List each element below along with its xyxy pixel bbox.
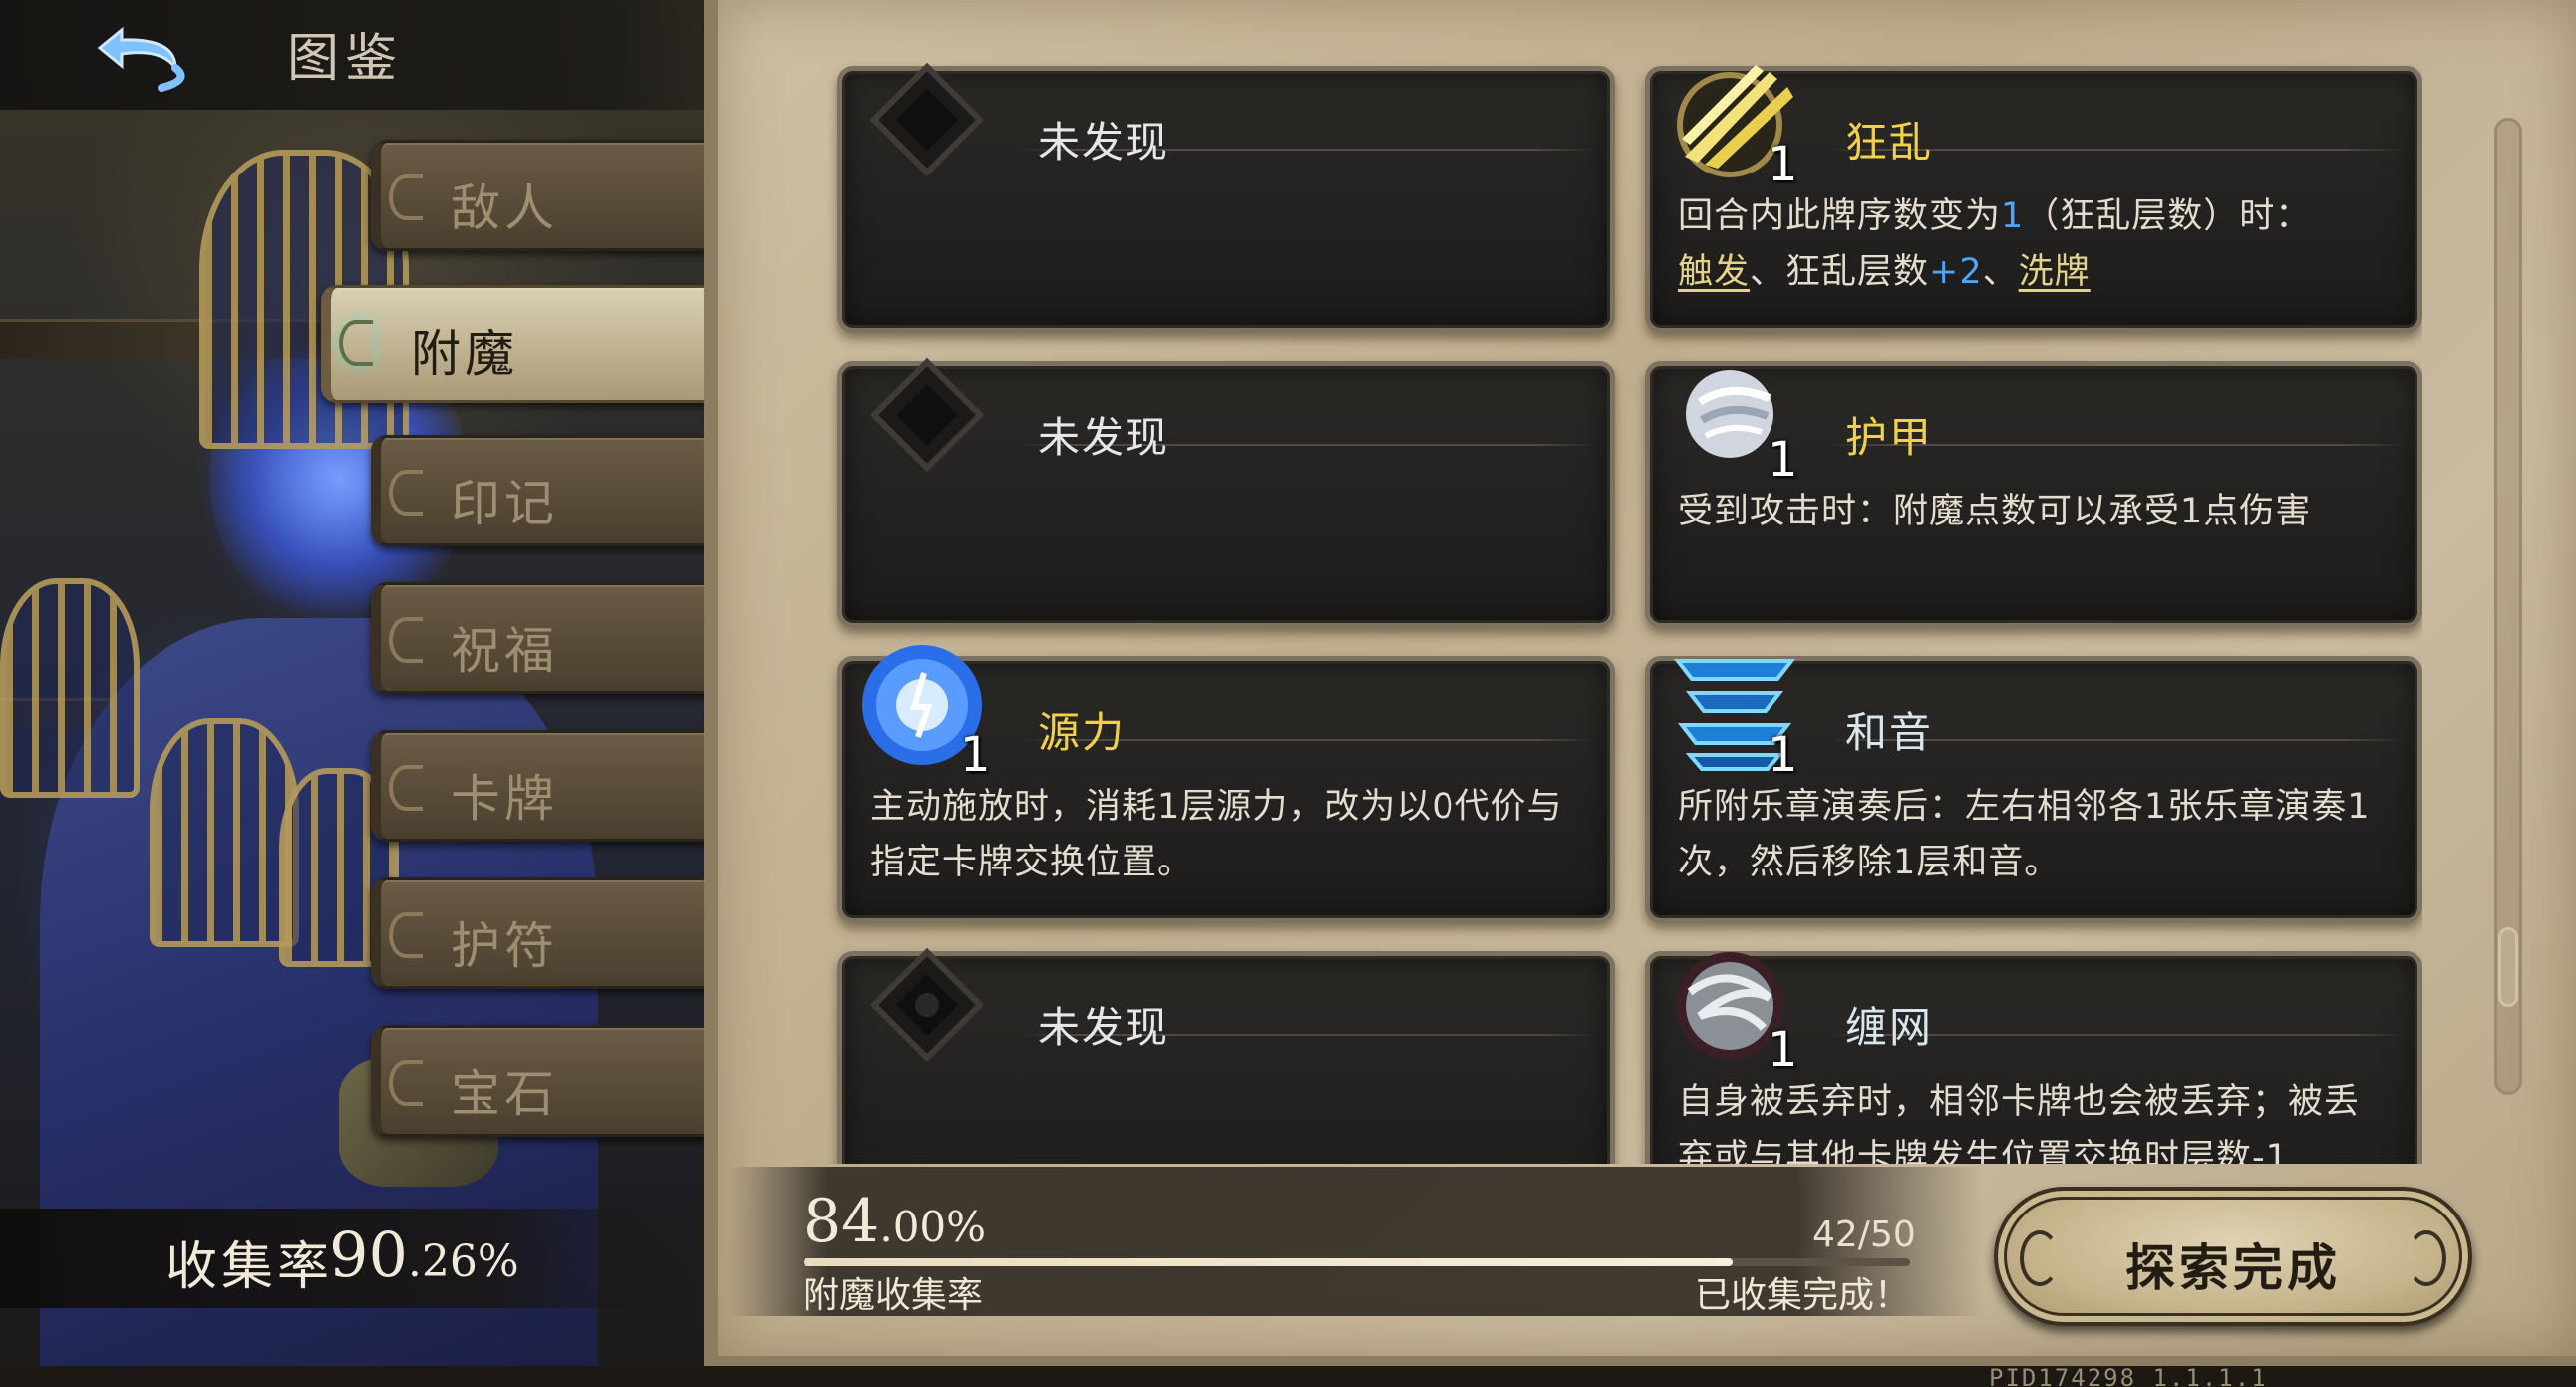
progress-bar-fill <box>804 1258 1734 1266</box>
progress-bar <box>804 1258 1910 1266</box>
tab-label: 护符 <box>451 917 558 975</box>
player-id-text: PID174298 1.1.1.1 <box>1989 1364 2268 1387</box>
tab-gems[interactable]: 宝石 <box>371 1025 710 1137</box>
enchant-card-web[interactable]: 1 缠网 自身被丢弃时，相邻卡牌也会被丢弃；被丢弃或与其他卡牌发生位置交换时层数… <box>1645 951 2422 1164</box>
card-name: 和音 <box>1845 708 1934 757</box>
ornament-right-icon <box>2407 1230 2446 1286</box>
card-count: 1 <box>960 727 991 783</box>
tab-ornament-icon <box>389 1060 423 1106</box>
card-description: 主动施放时，消耗1层源力，改为以0代价与指定卡牌交换位置。 <box>870 787 1563 882</box>
birdcage-small <box>0 578 140 798</box>
back-button[interactable] <box>92 8 211 98</box>
tab-ornament-icon <box>389 174 423 220</box>
explore-button-label: 探索完成 <box>2125 1239 2341 1297</box>
tab-ornament-icon <box>389 617 423 663</box>
card-count: 1 <box>1768 137 1798 192</box>
total-collection-dec: .26% <box>407 1236 519 1287</box>
enchant-card-harmony[interactable]: 1 和音 所附乐章演奏后：左右相邻各1张乐章演奏1次，然后移除1层和音。 <box>1645 656 2422 923</box>
keyword-trigger-link[interactable]: 触发 <box>1678 252 1750 292</box>
tab-enchantments[interactable]: 附魔 <box>321 285 731 403</box>
scrollbar-thumb[interactable] <box>2498 927 2518 1007</box>
birdcage-small <box>150 718 299 947</box>
card-description: 所附乐章演奏后：左右相邻各1张乐章演奏1次，然后移除1层和音。 <box>1678 787 2371 882</box>
tab-ornament-icon <box>389 765 423 811</box>
enchant-card-armor[interactable]: 1 护甲 受到攻击时：附魔点数可以承受1点伤害 <box>1645 361 2422 628</box>
desc-line: 回合内此牌序数变为1（狂乱层数）时： <box>1678 188 2394 244</box>
progress-label: 附魔收集率 <box>804 1275 984 1316</box>
category-collection-percent: 84.00% <box>804 1187 986 1256</box>
card-count: 1 <box>1768 727 1798 783</box>
card-name: 缠网 <box>1845 1003 1934 1052</box>
tab-label: 祝福 <box>451 622 558 680</box>
enchant-card-unknown[interactable]: 未发现 <box>837 357 1615 628</box>
tab-label: 卡牌 <box>451 770 558 828</box>
percent-dec: .00% <box>879 1203 987 1251</box>
desc-text: （狂乱层数）时： <box>2024 196 2312 236</box>
enchant-card-source[interactable]: 1 源力 主动施放时，消耗1层源力，改为以0代价与指定卡牌交换位置。 <box>837 645 1615 923</box>
total-collection-rate: 收集率 90.26% <box>0 1209 698 1308</box>
enchant-card-frenzy[interactable]: 1 狂乱 回合内此牌序数变为1（狂乱层数）时： 触发、狂乱层数+2、洗牌 <box>1645 65 2422 333</box>
card-description: 受到攻击时：附魔点数可以承受1点伤害 <box>1678 492 2312 531</box>
desc-text: 、 <box>1982 252 2019 292</box>
percent-int: 84 <box>804 1187 880 1256</box>
desc-text: 、狂乱层数 <box>1750 252 1930 292</box>
tab-label: 附魔 <box>411 325 518 383</box>
collection-count: 42/50 <box>1812 1214 1916 1255</box>
back-arrow-icon <box>97 26 185 92</box>
card-name: 未发现 <box>1038 118 1170 167</box>
tab-label: 宝石 <box>451 1065 558 1123</box>
desc-line: 触发、狂乱层数+2、洗牌 <box>1678 244 2394 300</box>
tab-blessings[interactable]: 祝福 <box>371 582 710 694</box>
enchantment-card-list[interactable]: 未发现 1 狂乱 回合内此牌序数变为1（狂乱层数）时： 触发、狂乱层数+2、洗牌… <box>827 52 2422 1164</box>
keyword-shuffle-link[interactable]: 洗牌 <box>2019 252 2091 292</box>
tab-label: 敌人 <box>451 179 558 237</box>
tab-ornament-icon <box>389 912 423 958</box>
explore-complete-button[interactable]: 探索完成 <box>1994 1187 2472 1326</box>
tab-amulets[interactable]: 护符 <box>371 877 710 989</box>
tab-marks[interactable]: 印记 <box>371 435 710 546</box>
card-name: 未发现 <box>1038 413 1170 462</box>
card-description: 回合内此牌序数变为1（狂乱层数）时： 触发、狂乱层数+2、洗牌 <box>1678 188 2394 300</box>
card-name: 未发现 <box>1038 1003 1170 1052</box>
card-name: 源力 <box>1038 708 1127 757</box>
card-count: 1 <box>1768 432 1798 488</box>
undiscovered-diamond-icon <box>869 357 985 473</box>
tab-ornament-icon <box>389 470 423 516</box>
desc-text: 回合内此牌序数变为 <box>1678 196 2002 236</box>
enchant-card-unknown[interactable]: 未发现 <box>837 62 1615 333</box>
total-collection-int: 90 <box>329 1218 408 1291</box>
desc-number: +2 <box>1929 252 1983 292</box>
tab-ornament-icon <box>339 320 373 366</box>
enchant-card-unknown[interactable]: 未发现 <box>837 947 1615 1164</box>
total-collection-value: 90.26% <box>329 1218 519 1291</box>
card-count: 1 <box>1768 1022 1798 1078</box>
tab-label: 印记 <box>451 475 558 532</box>
card-description: 自身被丢弃时，相邻卡牌也会被丢弃；被丢弃或与其他卡牌发生位置交换时层数-1 <box>1678 1082 2361 1164</box>
card-name: 护甲 <box>1845 413 1934 462</box>
undiscovered-diamond-icon <box>869 947 985 1063</box>
total-collection-label: 收集率 <box>165 1237 334 1297</box>
page-title: 图鉴 <box>287 29 404 89</box>
tab-cards[interactable]: 卡牌 <box>371 730 710 842</box>
tab-enemies[interactable]: 敌人 <box>371 140 710 251</box>
desc-number: 1 <box>2001 196 2025 236</box>
progress-status: 已收集完成！ <box>1695 1275 1911 1316</box>
undiscovered-diamond-icon <box>869 62 985 177</box>
card-name: 狂乱 <box>1845 118 1934 167</box>
